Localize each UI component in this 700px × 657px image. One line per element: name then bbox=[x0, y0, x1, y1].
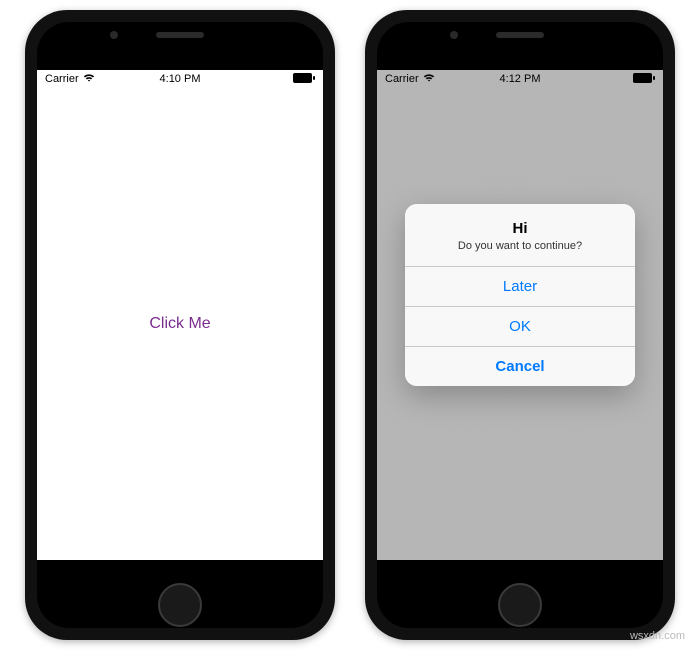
content-area: Click Me bbox=[37, 88, 323, 560]
status-time: 4:10 PM bbox=[160, 73, 201, 85]
home-button[interactable] bbox=[498, 583, 542, 627]
watermark: wsxdn.com bbox=[630, 630, 685, 642]
click-me-button[interactable]: Click Me bbox=[149, 315, 210, 333]
home-button[interactable] bbox=[158, 583, 202, 627]
alert-later-button[interactable]: Later bbox=[405, 266, 635, 306]
phone-speaker bbox=[496, 32, 544, 38]
status-right bbox=[293, 73, 315, 86]
alert-message: Do you want to continue? bbox=[417, 240, 623, 252]
battery-icon bbox=[293, 73, 315, 86]
phone-speaker bbox=[156, 32, 204, 38]
phone-screen: Carrier 4:10 PM Click Me bbox=[37, 70, 323, 560]
wifi-icon bbox=[83, 73, 95, 85]
phone-screen-dimmed: Carrier 4:12 PM Hi Do you want to con bbox=[377, 70, 663, 560]
phone-inner: Carrier 4:12 PM Hi Do you want to con bbox=[377, 22, 663, 628]
phone-frame-right: Carrier 4:12 PM Hi Do you want to con bbox=[365, 10, 675, 640]
phone-camera bbox=[110, 31, 118, 39]
alert-title: Hi bbox=[417, 220, 623, 237]
alert-cancel-button[interactable]: Cancel bbox=[405, 346, 635, 386]
phone-inner: Carrier 4:10 PM Click Me bbox=[37, 22, 323, 628]
phone-camera bbox=[450, 31, 458, 39]
phone-frame-left: Carrier 4:10 PM Click Me bbox=[25, 10, 335, 640]
alert-dialog: Hi Do you want to continue? Later OK Can… bbox=[405, 204, 635, 386]
status-bar: Carrier 4:10 PM bbox=[37, 70, 323, 88]
alert-header: Hi Do you want to continue? bbox=[405, 204, 635, 266]
status-left: Carrier bbox=[45, 73, 95, 85]
alert-ok-button[interactable]: OK bbox=[405, 306, 635, 346]
carrier-label: Carrier bbox=[45, 73, 79, 85]
alert-backdrop: Hi Do you want to continue? Later OK Can… bbox=[377, 70, 663, 560]
